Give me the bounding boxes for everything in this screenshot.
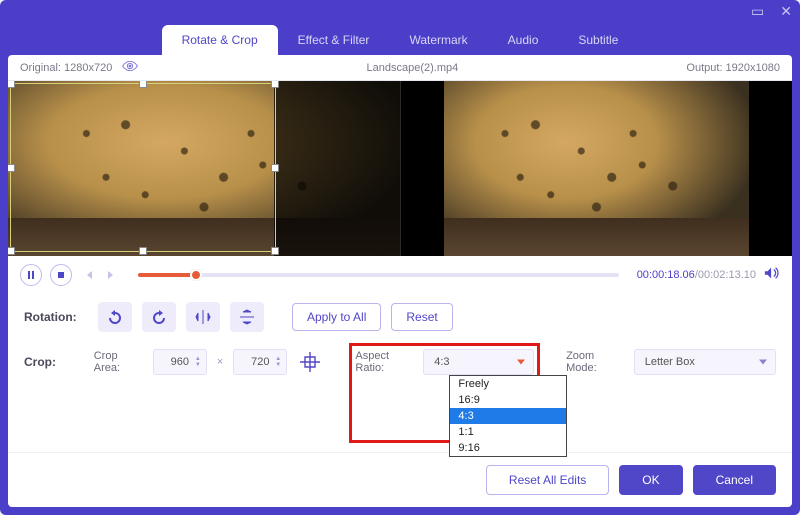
crop-label: Crop: (24, 355, 84, 369)
aspect-ratio-select[interactable]: 4:3 (423, 349, 534, 375)
crop-handle-sw[interactable] (8, 247, 15, 255)
cancel-button[interactable]: Cancel (693, 465, 776, 495)
caret-down-icon (517, 360, 525, 365)
width-down[interactable]: ▼ (195, 362, 205, 368)
panel: Original: 1280x720 Landscape(2).mp4 Outp… (8, 55, 792, 507)
ok-button[interactable]: OK (619, 465, 682, 495)
reset-rotation-button[interactable]: Reset (391, 303, 452, 331)
crop-handle-s[interactable] (139, 247, 147, 255)
tab-watermark[interactable]: Watermark (389, 25, 487, 55)
rotate-left-button[interactable] (98, 302, 132, 332)
rotate-right-button[interactable] (142, 302, 176, 332)
next-frame-button[interactable] (104, 267, 120, 283)
app-window: ▭ ✕ Rotate & Crop Effect & Filter Waterm… (0, 0, 800, 515)
crop-area-label: Crop Area: (94, 350, 143, 374)
infobar: Original: 1280x720 Landscape(2).mp4 Outp… (8, 55, 792, 81)
aspect-ratio-dropdown: Freely 16:9 4:3 1:1 9:16 (449, 375, 567, 457)
aspect-option-1-1[interactable]: 1:1 (450, 424, 566, 440)
original-dimensions: Original: 1280x720 (20, 62, 112, 74)
pause-button[interactable] (20, 264, 42, 286)
playback-controls: 00:00:18.06/00:02:13.10 (8, 256, 792, 294)
prev-frame-button[interactable] (80, 267, 96, 283)
crop-row: Crop: Crop Area: 960 ▲▼ × 720 ▲▼ Aspect … (8, 340, 792, 384)
crop-handle-w[interactable] (8, 164, 15, 172)
crop-handle-se[interactable] (271, 247, 279, 255)
crop-handle-e[interactable] (271, 164, 279, 172)
caret-down-icon (759, 360, 767, 365)
titlebar: ▭ ✕ (0, 0, 800, 22)
height-down[interactable]: ▼ (275, 362, 285, 368)
aspect-ratio-label: Aspect Ratio: (355, 350, 415, 374)
crop-handle-nw[interactable] (8, 81, 15, 88)
crop-rectangle[interactable] (10, 83, 276, 252)
tab-rotate-crop[interactable]: Rotate & Crop (162, 25, 278, 55)
time-current: 00:00:18.06 (637, 269, 695, 281)
zoom-mode-select[interactable]: Letter Box (634, 349, 776, 375)
crop-overlay[interactable] (8, 81, 400, 256)
apply-to-all-button[interactable]: Apply to All (292, 303, 381, 331)
rotation-row: Rotation: Apply to All Reset (8, 294, 792, 340)
output-dimensions: Output: 1920x1080 (686, 62, 780, 74)
tab-audio[interactable]: Audio (488, 25, 559, 55)
seek-thumb[interactable] (190, 269, 202, 281)
aspect-option-16-9[interactable]: 16:9 (450, 392, 566, 408)
time-display: 00:00:18.06/00:02:13.10 (637, 269, 756, 281)
filename: Landscape(2).mp4 (138, 62, 686, 74)
flip-horizontal-button[interactable] (186, 302, 220, 332)
tab-effect-filter[interactable]: Effect & Filter (278, 25, 390, 55)
preview-output (400, 81, 793, 256)
crop-center-icon[interactable] (297, 348, 323, 376)
preview-row (8, 81, 792, 256)
aspect-option-4-3[interactable]: 4:3 (450, 408, 566, 424)
flip-vertical-button[interactable] (230, 302, 264, 332)
crop-handle-n[interactable] (139, 81, 147, 88)
reset-all-edits-button[interactable]: Reset All Edits (486, 465, 609, 495)
zoom-mode-label: Zoom Mode: (566, 350, 624, 374)
aspect-option-freely[interactable]: Freely (450, 376, 566, 392)
seek-bar[interactable] (138, 273, 619, 277)
multiply-icon: × (217, 356, 223, 368)
eye-icon[interactable] (122, 61, 138, 74)
aspect-option-9-16[interactable]: 9:16 (450, 440, 566, 456)
close-icon[interactable]: ✕ (780, 4, 792, 18)
volume-icon[interactable] (764, 266, 780, 285)
stop-button[interactable] (50, 264, 72, 286)
maximize-icon[interactable]: ▭ (751, 4, 764, 18)
tabbar: Rotate & Crop Effect & Filter Watermark … (0, 21, 800, 55)
crop-handle-ne[interactable] (271, 81, 279, 88)
tab-subtitle[interactable]: Subtitle (558, 25, 638, 55)
time-total: 00:02:13.10 (698, 269, 756, 281)
footer: Reset All Edits OK Cancel (8, 452, 792, 507)
preview-original[interactable] (8, 81, 400, 256)
rotation-label: Rotation: (24, 310, 88, 324)
